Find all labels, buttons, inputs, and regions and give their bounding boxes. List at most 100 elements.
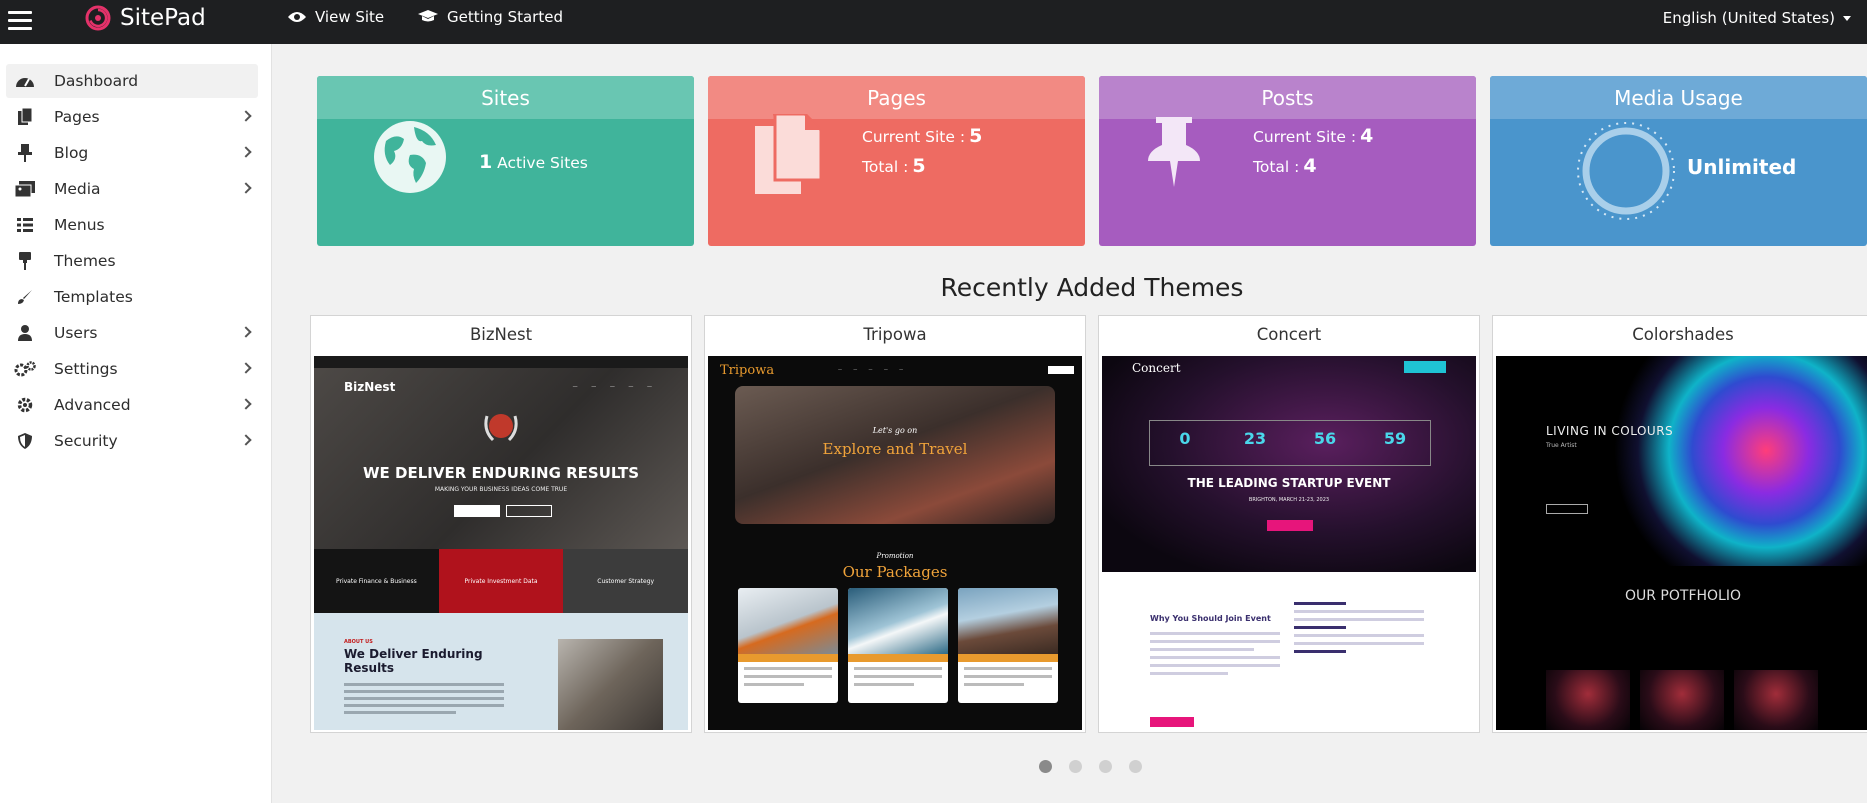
posts-total-count: 4	[1303, 155, 1317, 177]
user-icon	[14, 324, 36, 342]
sidebar-item-label: Media	[54, 180, 101, 198]
language-label: English (United States)	[1662, 9, 1835, 27]
theme-card-colorshades[interactable]: Colorshades LIVING IN COLOURS True Artis…	[1492, 315, 1867, 733]
laurel-logo-icon	[484, 414, 518, 442]
preview-photo	[558, 639, 663, 730]
sidebar-item-settings[interactable]: Settings	[6, 352, 258, 386]
top-bar: SitePad View Site Getting Started Englis…	[0, 0, 1867, 44]
pages-icon	[14, 108, 36, 126]
sidebar-item-themes[interactable]: Themes	[6, 244, 258, 278]
carousel-dot-1[interactable]	[1039, 760, 1052, 773]
sidebar-item-users[interactable]: Users	[6, 316, 258, 350]
preview-headline: THE LEADING STARTUP EVENT	[1187, 476, 1391, 490]
preview-portfolio: OUR POTFHOLIO	[1624, 588, 1741, 604]
sidebar-item-dashboard[interactable]: Dashboard	[6, 64, 258, 98]
media-icon	[14, 180, 36, 198]
paint-roller-icon	[14, 252, 36, 270]
sidebar-item-label: Security	[54, 432, 118, 450]
preview-row-item: Private Investment Data	[438, 549, 564, 613]
globe-icon	[374, 121, 446, 193]
preview-logo: Concert	[1132, 361, 1181, 375]
carousel-dot-3[interactable]	[1099, 760, 1112, 773]
posts-current-count: 4	[1360, 125, 1374, 147]
theme-name: Concert	[1256, 325, 1322, 344]
carousel-dot-4[interactable]	[1129, 760, 1142, 773]
theme-preview-biznest: BizNest — — — — — WE DELIVER ENDURING RE…	[314, 356, 688, 730]
eye-icon	[288, 12, 306, 22]
preview-row-item: Private Finance & Business	[314, 549, 439, 613]
theme-card-tripowa[interactable]: Tripowa Tripowa — — — — — Let's go on Ex…	[704, 315, 1086, 733]
theme-name: Colorshades	[1632, 325, 1734, 344]
pages-total-count: 5	[912, 155, 926, 177]
posts-total-label: Total :	[1253, 158, 1300, 176]
theme-card-biznest[interactable]: BizNest BizNest — — — — — WE DELIVER END…	[310, 315, 692, 733]
posts-card-title: Posts	[1099, 76, 1476, 119]
hamburger-menu-icon[interactable]	[8, 6, 32, 36]
pages-total-stat: Total :5	[862, 155, 926, 177]
preview-row-item: Customer Strategy	[563, 549, 688, 613]
sidebar-item-media[interactable]: Media	[6, 172, 258, 206]
carousel-dot-2[interactable]	[1069, 760, 1082, 773]
chevron-right-icon	[240, 326, 252, 338]
view-site-link[interactable]: View Site	[287, 8, 384, 26]
getting-started-label: Getting Started	[447, 8, 563, 26]
pages-current-label: Current Site :	[862, 128, 966, 146]
preview-sub: True Artist	[1546, 442, 1577, 449]
sidebar-item-pages[interactable]: Pages	[6, 100, 258, 134]
sidebar-item-blog[interactable]: Blog	[6, 136, 258, 170]
sidebar-item-label: Users	[54, 324, 98, 342]
posts-card[interactable]: Posts Current Site :4 Total :4	[1099, 76, 1476, 246]
sidebar-item-label: Dashboard	[54, 72, 139, 90]
pages-current-stat: Current Site :5	[862, 125, 982, 147]
preview-subline: MAKING YOUR BUSINESS IDEAS COME TRUE	[434, 486, 568, 493]
preview-about-title: We Deliver Enduring Results	[344, 647, 483, 675]
pages-card-title: Pages	[708, 76, 1085, 119]
sidebar-item-advanced[interactable]: Advanced	[6, 388, 258, 422]
sites-card[interactable]: Sites 1 Active Sites	[317, 76, 694, 246]
media-usage-card[interactable]: Media Usage Unlimited	[1490, 76, 1867, 246]
preview-headline: WE DELIVER ENDURING RESULTS	[362, 464, 640, 482]
pushpin-icon	[1148, 117, 1200, 187]
getting-started-link[interactable]: Getting Started	[417, 8, 563, 26]
countdown-seconds: 59	[1383, 429, 1407, 448]
sidebar-item-label: Blog	[54, 144, 89, 162]
pages-current-count: 5	[969, 125, 983, 147]
sidebar-item-security[interactable]: Security	[6, 424, 258, 458]
theme-preview-colorshades: LIVING IN COLOURS True Artist OUR POTFHO…	[1496, 356, 1867, 730]
media-usage-value: Unlimited	[1687, 155, 1797, 179]
countdown-days: 0	[1179, 429, 1191, 448]
sidebar-item-templates[interactable]: Templates	[6, 280, 258, 314]
sidebar-item-label: Pages	[54, 108, 100, 126]
chevron-right-icon	[240, 398, 252, 410]
menu-list-icon	[14, 216, 36, 234]
language-selector[interactable]: English (United States)	[1663, 9, 1851, 27]
brush-icon	[14, 288, 36, 306]
preview-promo: Promotion	[876, 552, 914, 560]
countdown-hours: 23	[1243, 429, 1267, 448]
preview-hero-image	[1610, 356, 1867, 566]
media-card-title: Media Usage	[1490, 76, 1867, 119]
caret-down-icon	[1843, 15, 1851, 21]
sidebar-item-label: Menus	[54, 216, 105, 234]
view-site-label: View Site	[315, 8, 385, 26]
sidebar-item-label: Advanced	[54, 396, 131, 414]
sitepad-logo-icon	[85, 5, 111, 31]
posts-total-stat: Total :4	[1253, 155, 1317, 177]
shield-icon	[14, 432, 36, 450]
pages-total-label: Total :	[862, 158, 909, 176]
recent-themes-title: Recently Added Themes	[940, 273, 1244, 302]
dashboard-icon	[14, 72, 36, 90]
countdown-minutes: 56	[1313, 429, 1337, 448]
brand-name: SitePad	[120, 5, 206, 31]
graduation-cap-icon	[418, 10, 438, 22]
chevron-right-icon	[240, 182, 252, 194]
preview-packages: Our Packages	[842, 563, 948, 581]
pin-icon	[14, 144, 36, 162]
sidebar-item-menus[interactable]: Menus	[6, 208, 258, 242]
preview-section-title: Why You Should Join Event	[1150, 614, 1271, 623]
pages-card[interactable]: Pages Current Site :5 Total :5	[708, 76, 1085, 246]
theme-card-concert[interactable]: Concert Concert 0 23 56 59 THE LEADING S…	[1098, 315, 1480, 733]
chevron-right-icon	[240, 110, 252, 122]
theme-preview-concert: Concert 0 23 56 59 THE LEADING STARTUP E…	[1102, 356, 1476, 730]
brand-logo[interactable]: SitePad	[84, 4, 206, 32]
